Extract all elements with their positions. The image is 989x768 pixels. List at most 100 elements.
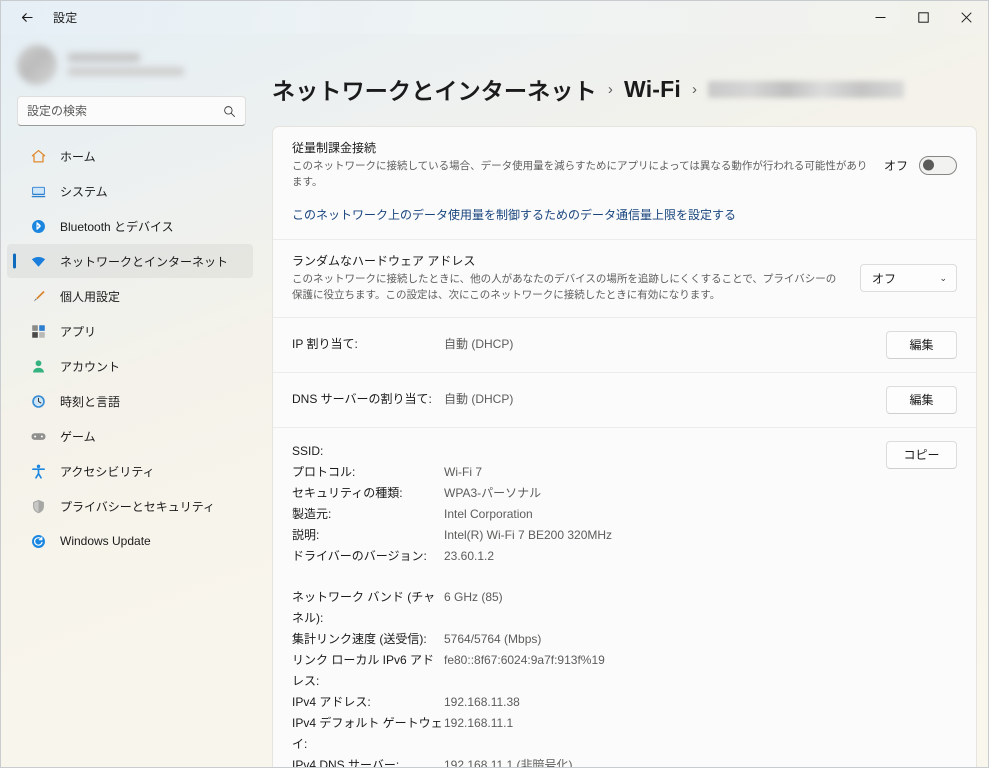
detail-key: 集計リンク速度 (送受信):: [292, 631, 427, 646]
sidebar-item-home[interactable]: ホーム: [7, 139, 253, 173]
detail-item: SSID:: [292, 441, 886, 462]
detail-value: 6 GHz (85): [444, 589, 503, 604]
back-button[interactable]: [11, 5, 43, 31]
sidebar-item-bluetooth[interactable]: Bluetooth とデバイス: [7, 209, 253, 243]
data-limit-link-row: このネットワーク上のデータ使用量を制御するためのデータ通信量上限を設定する: [273, 204, 976, 239]
minimize-button[interactable]: [859, 1, 902, 34]
detail-item: IPv4 デフォルト ゲートウェイ: 192.168.11.1: [292, 713, 886, 755]
sidebar-item-time-language[interactable]: 時刻と言語: [7, 384, 253, 418]
sidebar-item-label: アプリ: [60, 324, 97, 339]
breadcrumb-section[interactable]: Wi-Fi: [624, 76, 681, 103]
breadcrumb-separator: ›: [692, 80, 698, 98]
maximize-icon: [918, 12, 929, 23]
ip-assignment-row: IP 割り当て: 自動 (DHCP) 編集: [273, 318, 976, 372]
data-limit-link[interactable]: このネットワーク上のデータ使用量を制御するためのデータ通信量上限を設定する: [292, 208, 736, 222]
detail-value: Wi-Fi 7: [444, 464, 482, 479]
dns-assignment-edit-button[interactable]: 編集: [886, 385, 957, 414]
detail-item: ドライバーのバージョン: 23.60.1.2: [292, 546, 886, 567]
system-icon: [29, 182, 47, 200]
privacy-security-icon: [29, 497, 47, 515]
copy-button[interactable]: コピー: [886, 440, 957, 469]
network-details-control: コピー: [886, 440, 957, 469]
metered-toggle[interactable]: [919, 155, 957, 175]
detail-value: fe80::8f67:6024:9a7f:913f%19: [444, 652, 605, 667]
sidebar-nav: ホーム システム Bluetooth とデバイス ネットワークとインターネット …: [1, 138, 253, 559]
dns-assignment-text: DNS サーバーの割り当て: 自動 (DHCP): [292, 389, 886, 410]
window-controls: [859, 1, 988, 34]
dns-assignment-kv: DNS サーバーの割り当て: 自動 (DHCP): [292, 389, 870, 410]
sidebar-item-windows-update[interactable]: Windows Update: [7, 524, 253, 558]
detail-key: IPv4 DNS サーバー:: [292, 757, 400, 767]
detail-key: IPv4 アドレス:: [292, 694, 371, 709]
detail-key: ドライバーのバージョン:: [292, 548, 427, 563]
sidebar-item-label: ゲーム: [60, 429, 96, 444]
ip-assignment-kv: IP 割り当て: 自動 (DHCP): [292, 334, 870, 355]
detail-value: 5764/5764 (Mbps): [444, 631, 542, 646]
metered-connection-control: オフ: [883, 155, 957, 175]
apps-icon: [29, 322, 47, 340]
breadcrumb-root[interactable]: ネットワークとインターネット: [272, 72, 597, 106]
dns-assignment-row: DNS サーバーの割り当て: 自動 (DHCP) 編集: [273, 373, 976, 427]
sidebar-item-network-internet[interactable]: ネットワークとインターネット: [7, 244, 253, 278]
sidebar-item-privacy-security[interactable]: プライバシーとセキュリティ: [7, 489, 253, 523]
close-button[interactable]: [945, 1, 988, 34]
random-hardware-address-control: オフ ⌄: [860, 264, 957, 293]
sidebar-item-label: アカウント: [60, 359, 121, 374]
metered-toggle-label: オフ: [883, 158, 908, 173]
sidebar-item-label: Bluetooth とデバイス: [60, 219, 174, 234]
user-name-redacted: [68, 53, 184, 76]
dns-assignment-value: 自動 (DHCP): [444, 392, 514, 407]
maximize-button[interactable]: [902, 1, 945, 34]
detail-key: 説明:: [292, 527, 320, 542]
detail-item: 製造元: Intel Corporation: [292, 504, 886, 525]
detail-key: リンク ローカル IPv6 アドレス:: [292, 652, 435, 688]
search-box[interactable]: [17, 96, 246, 126]
ip-assignment-edit-button[interactable]: 編集: [886, 330, 957, 359]
metered-connection-description: このネットワークに接続している場合、データ使用量を減らすためにアプリによっては異…: [292, 160, 868, 189]
detail-value: Intel Corporation: [444, 506, 533, 521]
detail-key: プロトコル:: [292, 464, 356, 479]
metered-connection-row: 従量制課金接続 このネットワークに接続している場合、データ使用量を減らすためにア…: [273, 127, 976, 204]
detail-item: 集計リンク速度 (送受信): 5764/5764 (Mbps): [292, 629, 886, 650]
detail-item: セキュリティの種類: WPA3-パーソナル: [292, 483, 886, 504]
breadcrumb-current-redacted: [708, 80, 905, 98]
detail-value: 23.60.1.2: [444, 548, 495, 563]
random-hardware-address-select[interactable]: オフ ⌄: [860, 264, 957, 293]
ip-assignment-value: 自動 (DHCP): [444, 337, 514, 352]
random-hardware-address-description: このネットワークに接続したときに、他の人があなたのデバイスの場所を追跡しにくくす…: [292, 273, 837, 302]
detail-item: ネットワーク バンド (チャネル): 6 GHz (85): [292, 587, 886, 629]
window-title: 設定: [53, 11, 78, 25]
wifi-settings-card: 従量制課金接続 このネットワークに接続している場合、データ使用量を減らすためにア…: [272, 126, 977, 767]
detail-item: リンク ローカル IPv6 アドレス: fe80::8f67:6024:9a7f…: [292, 650, 886, 692]
ip-assignment-text: IP 割り当て: 自動 (DHCP): [292, 334, 886, 355]
random-hardware-address-title: ランダムなハードウェア アドレス: [292, 253, 476, 268]
detail-item: IPv4 DNS サーバー: 192.168.11.1 (非暗号化): [292, 755, 886, 767]
ip-assignment-label: IP 割り当て:: [292, 337, 358, 352]
user-profile[interactable]: [1, 34, 253, 90]
detail-value: Intel(R) Wi-Fi 7 BE200 320MHz: [444, 527, 613, 542]
settings-window: 設定 設定の検索 ホーム システム Bluetooth とデバイス ネットワーク…: [0, 0, 989, 768]
ip-assignment-control: 編集: [886, 330, 957, 359]
sidebar-item-gaming[interactable]: ゲーム: [7, 419, 253, 453]
sidebar-item-accounts[interactable]: アカウント: [7, 349, 253, 383]
sidebar-item-label: ホーム: [60, 149, 96, 164]
detail-key: セキュリティの種類:: [292, 485, 403, 500]
detail-key: SSID:: [292, 443, 324, 458]
sidebar-item-system[interactable]: システム: [7, 174, 253, 208]
select-value: オフ: [872, 271, 897, 286]
sidebar-item-personalization[interactable]: 個人用設定: [7, 279, 253, 313]
main-content: ネットワークとインターネット › Wi-Fi › 従量制課金接続 このネットワー…: [262, 34, 988, 767]
breadcrumb: ネットワークとインターネット › Wi-Fi ›: [272, 34, 970, 126]
search-input[interactable]: [27, 104, 223, 118]
sidebar-item-label: Windows Update: [60, 534, 151, 548]
back-arrow-icon: [21, 13, 32, 22]
chevron-down-icon: ⌄: [939, 272, 947, 283]
title-bar: 設定: [1, 1, 988, 34]
detail-item: IPv4 アドレス: 192.168.11.38: [292, 692, 886, 713]
sidebar-item-label: ネットワークとインターネット: [60, 254, 229, 269]
sidebar: ホーム システム: [1, 34, 262, 767]
sidebar-item-accessibility[interactable]: アクセシビリティ: [7, 454, 253, 488]
dns-assignment-control: 編集: [886, 385, 957, 414]
detail-item: 説明: Intel(R) Wi-Fi 7 BE200 320MHz: [292, 525, 886, 546]
sidebar-item-apps[interactable]: アプリ: [7, 314, 253, 348]
